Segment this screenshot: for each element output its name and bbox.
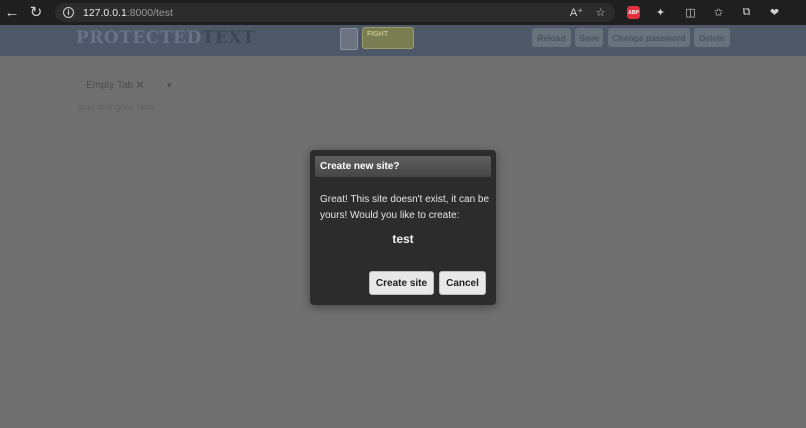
split-screen-icon[interactable]: ◫ bbox=[684, 6, 697, 19]
close-tab-icon[interactable]: ✕ bbox=[135, 78, 145, 92]
reload-button[interactable]: Reload bbox=[532, 28, 571, 47]
browser-essentials-icon[interactable]: ❤ bbox=[768, 6, 781, 19]
chevron-down-icon[interactable]: ▾ bbox=[167, 80, 172, 91]
change-password-button[interactable]: Change password bbox=[608, 28, 690, 47]
back-icon[interactable]: ← bbox=[2, 2, 22, 22]
dialog-message: Great! This site doesn't exist, it can b… bbox=[320, 194, 490, 221]
refresh-icon[interactable]: ↻ bbox=[26, 2, 46, 22]
badge-icon bbox=[340, 28, 358, 50]
fight-badge: FIGHT bbox=[362, 27, 414, 49]
editor-textarea[interactable]: your text goes here... bbox=[78, 102, 163, 112]
dialog-title: Create new site? bbox=[315, 156, 491, 177]
browser-toolbar: ← ↻ i 127.0.0.1:8000/test A⁺ ☆ ABP ✦ ◫ ✩… bbox=[0, 0, 806, 25]
favorites-icon[interactable]: ✩ bbox=[712, 6, 725, 19]
read-aloud-icon[interactable]: A⁺ bbox=[570, 6, 583, 19]
extensions-icon[interactable]: ✦ bbox=[654, 6, 667, 19]
create-site-dialog: Create new site? Great! This site doesn'… bbox=[310, 150, 496, 305]
save-button[interactable]: Save bbox=[575, 28, 603, 47]
tab-empty[interactable]: Empty Tab bbox=[86, 80, 133, 91]
url-host: 127.0.0.1 bbox=[83, 6, 127, 19]
cancel-button[interactable]: Cancel bbox=[439, 271, 486, 295]
collections-icon[interactable]: ⧉ bbox=[740, 6, 753, 19]
create-site-button[interactable]: Create site bbox=[369, 271, 434, 295]
site-logo: PROTECTEDTEXT bbox=[76, 28, 256, 48]
adblock-plus-icon[interactable]: ABP bbox=[627, 6, 640, 19]
favorite-star-icon[interactable]: ☆ bbox=[594, 6, 607, 19]
address-bar[interactable]: i 127.0.0.1:8000/test bbox=[55, 3, 615, 22]
url-path: :8000/test bbox=[126, 6, 173, 19]
site-header: PROTECTEDTEXT FIGHT Reload Save Change p… bbox=[0, 25, 806, 56]
site-name: test bbox=[392, 232, 414, 246]
delete-button[interactable]: Delete bbox=[694, 28, 730, 47]
site-info-icon[interactable]: i bbox=[63, 7, 74, 18]
